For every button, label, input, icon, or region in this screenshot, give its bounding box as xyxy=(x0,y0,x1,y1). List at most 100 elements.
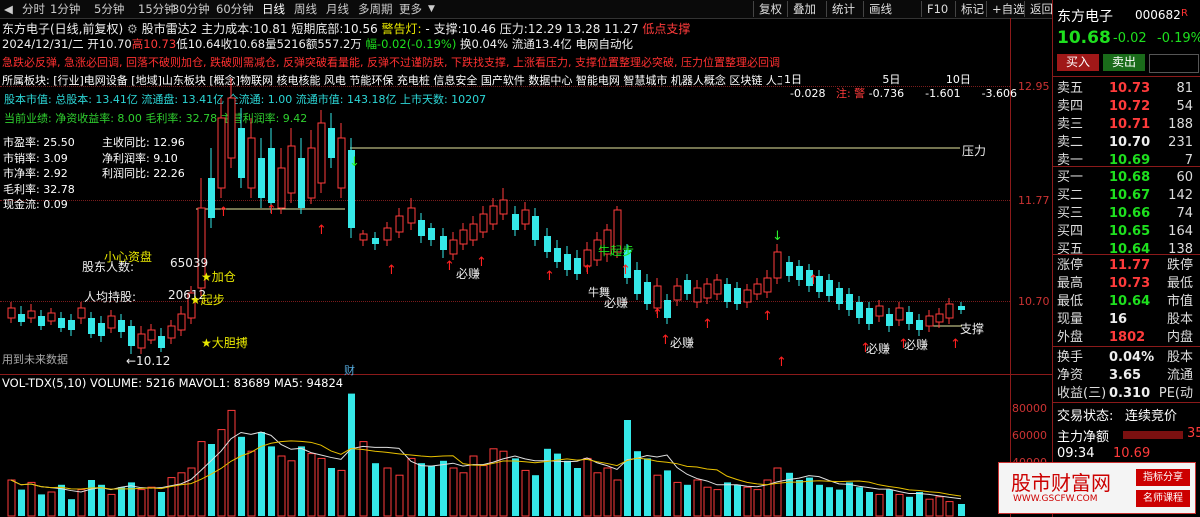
quote-row[interactable]: 现量 16 股本 xyxy=(1057,311,1200,328)
volume-bar xyxy=(724,482,731,516)
quote-stat-label: 股本 xyxy=(1166,350,1193,365)
price-change: -0.02 xyxy=(1113,31,1147,46)
candle-body xyxy=(449,239,458,255)
volume-bar xyxy=(906,496,913,516)
tick-time: 09:34 xyxy=(1057,446,1095,461)
back-button[interactable]: 返回 xyxy=(1024,1,1053,17)
quote-row[interactable]: 买一 10.68 60 xyxy=(1057,169,1200,186)
volume-indicator-name[interactable]: VOL-TDX(5,10) xyxy=(2,376,86,390)
quote-level-volume: 138 xyxy=(1168,242,1193,257)
quote-row[interactable]: 净资 3.65 流通 xyxy=(1057,367,1200,384)
overlay-button[interactable]: 叠加 xyxy=(787,1,816,17)
quote-row[interactable]: 最高 10.73 最低 xyxy=(1057,275,1200,292)
volume-bar xyxy=(703,486,712,517)
tab-period-5min[interactable]: 5分钟 xyxy=(94,1,124,17)
candle-body xyxy=(724,284,731,302)
quote-row[interactable]: 最低 10.64 市值 xyxy=(1057,293,1200,310)
candle-body xyxy=(268,148,275,203)
tab-period-15min[interactable]: 15分钟 xyxy=(138,1,176,17)
buy-button[interactable]: 买入 xyxy=(1057,54,1099,71)
add-favorite-button[interactable]: +自选 xyxy=(986,1,1025,17)
volume-bar xyxy=(583,457,592,517)
quote-row[interactable]: 买五 10.64 138 xyxy=(1057,241,1200,258)
tab-period-multi[interactable]: 多周期 xyxy=(358,1,393,17)
quote-row[interactable]: 卖二 10.70 231 xyxy=(1057,134,1200,151)
tab-period-daily[interactable]: 日线 xyxy=(262,1,285,17)
volume-bar xyxy=(395,474,404,517)
tab-period-monthly[interactable]: 月线 xyxy=(326,1,349,17)
candle-body xyxy=(428,228,435,240)
quote-stat-label: 市值 xyxy=(1166,294,1193,309)
order-box[interactable] xyxy=(1149,54,1199,73)
volume-bar xyxy=(826,487,833,516)
candle-body xyxy=(227,97,236,159)
candle-body xyxy=(440,236,447,250)
candle-body xyxy=(469,223,478,241)
volume-bar xyxy=(846,482,853,516)
candle-body xyxy=(307,147,316,199)
share-badge[interactable]: 指标分享 xyxy=(1136,469,1190,486)
watermark-url: WWW.GSCFW.COM xyxy=(1013,494,1098,504)
tab-period-30min[interactable]: 30分钟 xyxy=(172,1,210,17)
restore-rights-button[interactable]: 复权 xyxy=(753,1,782,17)
quote-level-label: 最高 xyxy=(1057,276,1084,291)
candle-body xyxy=(743,289,752,303)
trade-status-value: 连续竞价 xyxy=(1125,409,1178,424)
kline-chart-area[interactable]: 12.95 11.77 10.70 东方电子(日线,前复权) ⚙ 股市雷达2 主… xyxy=(0,18,1052,517)
quote-row[interactable]: 买三 10.66 74 xyxy=(1057,205,1200,222)
volume-bar xyxy=(118,487,125,516)
chevron-down-icon[interactable]: ▼ xyxy=(428,1,435,17)
volume-tick: 60000 xyxy=(1012,429,1047,442)
tab-period-60min[interactable]: 60分钟 xyxy=(216,1,254,17)
buy-signal-arrow-icon: ↑ xyxy=(702,317,713,332)
candle-body xyxy=(459,229,468,245)
buy-signal-arrow-icon: ↑ xyxy=(776,355,787,370)
quote-row[interactable]: 买二 10.67 142 xyxy=(1057,187,1200,204)
volume-bar xyxy=(895,493,904,517)
quote-level-volume: 60 xyxy=(1176,170,1193,185)
current-price: 10.68 xyxy=(1057,28,1111,48)
quote-row[interactable]: 外盘 1802 内盘 xyxy=(1057,329,1200,346)
f10-button[interactable]: F10 xyxy=(921,1,948,17)
quote-row[interactable]: 卖三 10.71 188 xyxy=(1057,116,1200,133)
candle-body xyxy=(238,128,245,178)
candle-body xyxy=(544,236,551,252)
statistics-button[interactable]: 统计 xyxy=(826,1,855,17)
volume-bar xyxy=(383,467,392,517)
candle-body xyxy=(875,305,884,317)
candle-body xyxy=(753,283,762,295)
tab-period-weekly[interactable]: 周线 xyxy=(294,1,317,17)
tab-period-1min[interactable]: 1分钟 xyxy=(50,1,80,17)
volume-bar xyxy=(684,484,691,516)
tab-period-fenshi[interactable]: 分时 xyxy=(22,1,45,17)
candle-body xyxy=(68,320,75,330)
quote-stat-label: 跌停 xyxy=(1166,258,1193,273)
volume-bar xyxy=(564,460,571,516)
candle-body xyxy=(906,312,913,324)
finance-marker[interactable]: 财 xyxy=(344,362,355,378)
candle-body xyxy=(38,316,45,326)
quote-row[interactable]: 卖四 10.72 54 xyxy=(1057,98,1200,115)
quote-stat-label: 内盘 xyxy=(1166,330,1193,345)
candle-body xyxy=(866,308,873,324)
quote-row[interactable]: 换手 0.04% 股本 xyxy=(1057,349,1200,366)
volume-svg xyxy=(7,393,965,517)
price-tick: 12.95 xyxy=(1018,80,1050,93)
chevron-left-icon[interactable]: ◀ xyxy=(4,1,13,17)
mark-button[interactable]: 标记 xyxy=(955,1,984,17)
quote-row[interactable]: 涨停 11.77 跌停 xyxy=(1057,257,1200,274)
tab-period-more[interactable]: 更多 xyxy=(399,1,422,17)
volume-bar xyxy=(258,432,265,516)
bull-dance-label: 牛舞 xyxy=(588,286,610,299)
volume-bar xyxy=(644,458,651,516)
pane-divider xyxy=(0,374,1052,375)
volume-bar xyxy=(27,481,36,517)
course-badge[interactable]: 名师课程 xyxy=(1136,490,1190,507)
quote-row[interactable]: 收益(三) 0.310 PE(动 xyxy=(1057,385,1200,402)
sell-button[interactable]: 卖出 xyxy=(1103,54,1145,71)
draw-line-button[interactable]: 画线 xyxy=(863,1,892,17)
quote-row[interactable]: 卖五 10.73 81 xyxy=(1057,80,1200,97)
quote-row[interactable]: 买四 10.65 164 xyxy=(1057,223,1200,240)
shareholders-label: 股东人数: xyxy=(82,260,135,274)
quote-level-label: 买一 xyxy=(1057,170,1084,185)
